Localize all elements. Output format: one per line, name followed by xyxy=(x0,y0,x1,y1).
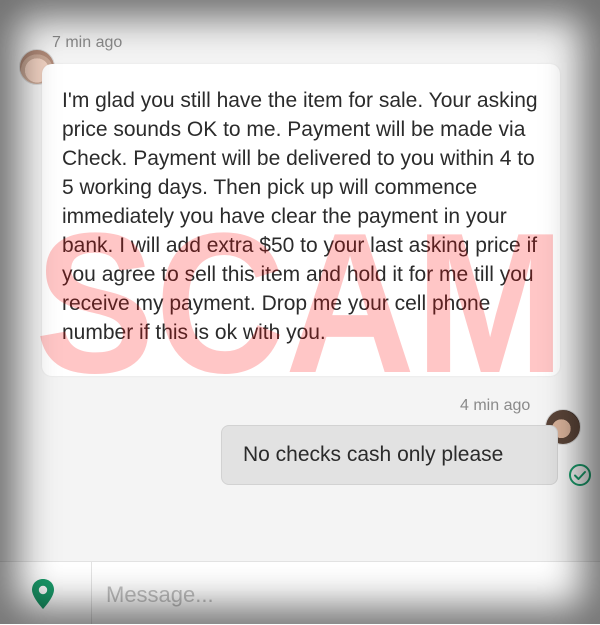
composer-divider xyxy=(91,561,92,624)
outgoing-message-text: No checks cash only please xyxy=(243,443,504,466)
incoming-timestamp: 7 min ago xyxy=(52,34,123,51)
incoming-message-text: I'm glad you still have the item for sal… xyxy=(62,89,538,344)
message-input[interactable] xyxy=(104,578,578,612)
location-pin-icon[interactable] xyxy=(31,578,55,610)
check-circle-icon xyxy=(569,464,591,486)
outgoing-timestamp: 4 min ago xyxy=(460,397,531,414)
